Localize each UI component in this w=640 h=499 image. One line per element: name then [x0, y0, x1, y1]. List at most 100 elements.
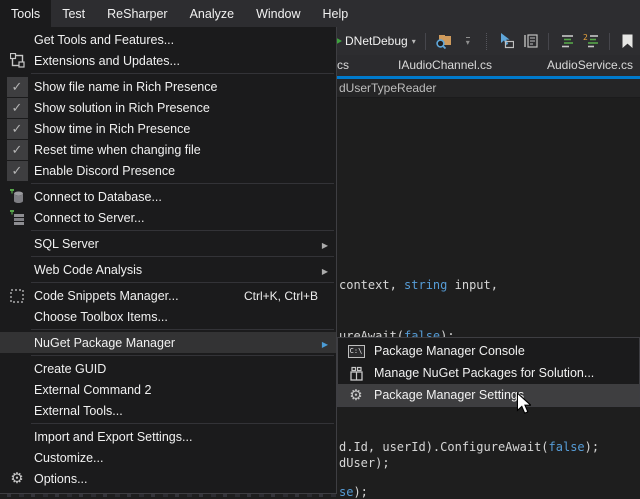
menu-item-external-tools[interactable]: External Tools...	[0, 400, 336, 421]
code-line: context, string input,	[339, 278, 498, 292]
extensions-icon	[0, 50, 34, 71]
mouse-cursor	[516, 392, 531, 415]
menubar-label: Help	[323, 7, 349, 21]
navigate-to-button[interactable]	[497, 30, 515, 52]
checkbox-checked-icon	[0, 160, 34, 181]
blank-icon-slot	[0, 379, 34, 400]
menubar-label: Tools	[11, 7, 40, 21]
breadcrumb[interactable]: dUserTypeReader	[339, 81, 436, 95]
menu-item-show-solution-in-rich-presence[interactable]: Show solution in Rich Presence	[0, 97, 336, 118]
menu-item-get-tools-and-features[interactable]: Get Tools and Features...	[0, 29, 336, 50]
toggle-bookmark-button[interactable]	[619, 30, 637, 52]
chevron-down-icon: ▾	[412, 37, 416, 46]
menu-item-nuget-package-manager[interactable]: NuGet Package Manager	[0, 332, 336, 353]
toolbar-separator	[425, 33, 426, 50]
format-document-button[interactable]	[558, 30, 576, 52]
tab-audioservice[interactable]: AudioService.cs	[547, 58, 633, 72]
find-dropdown-button[interactable]: ▾	[459, 30, 477, 52]
gear-icon	[0, 468, 34, 489]
run-config-label: DNetDebug	[345, 34, 408, 48]
format-document-icon	[559, 34, 575, 48]
menubar-label: Window	[256, 7, 300, 21]
blank-icon-slot	[0, 233, 34, 254]
vs-window: { "menubar": { "items": [ {"label": "Too…	[0, 0, 640, 497]
duplicate-code-icon	[522, 33, 538, 49]
gear-icon	[338, 384, 374, 406]
menu-item-create-guid[interactable]: Create GUID	[0, 358, 336, 379]
submenu-item-package-manager-settings[interactable]: Package Manager Settings	[338, 384, 639, 406]
code-line: dUser);	[339, 456, 390, 470]
console-icon	[338, 340, 374, 362]
menu-item-sql-server[interactable]: SQL Server	[0, 233, 336, 254]
menu-separator	[31, 355, 334, 356]
submenu-arrow-icon	[319, 334, 331, 352]
toolbar-separator	[609, 33, 610, 50]
menu-separator	[31, 73, 334, 74]
menu-item-show-time-in-rich-presence[interactable]: Show time in Rich Presence	[0, 118, 336, 139]
menu-item-show-file-name-in-rich-presence[interactable]: Show file name in Rich Presence	[0, 76, 336, 97]
menubar-item-analyze[interactable]: Analyze	[179, 0, 245, 27]
menubar-item-test[interactable]: Test	[51, 0, 96, 27]
menubar-label: Test	[62, 7, 85, 21]
format-selection-icon: 2	[583, 34, 599, 48]
navigate-to-icon	[497, 33, 514, 49]
menu-separator	[31, 183, 334, 184]
menubar-item-tools[interactable]: Tools	[0, 0, 51, 27]
menu-item-extensions-and-updates[interactable]: Extensions and Updates...	[0, 50, 336, 71]
start-debug-button[interactable]: DNetDebug ▾	[332, 30, 416, 52]
tab-clipped[interactable]: cs	[337, 58, 349, 72]
menu-item-code-snippets-manager[interactable]: Code Snippets Manager... Ctrl+K, Ctrl+B	[0, 285, 336, 306]
checkbox-checked-icon	[0, 97, 34, 118]
menu-separator	[31, 329, 334, 330]
svg-text:2: 2	[583, 34, 588, 42]
blank-icon-slot	[0, 332, 34, 353]
blank-icon-slot	[0, 400, 34, 421]
menu-item-reset-time-when-changing-file[interactable]: Reset time when changing file	[0, 139, 336, 160]
toolbar-separator	[548, 33, 549, 50]
package-icon	[338, 362, 374, 384]
tools-menu: Get Tools and Features... Extensions and…	[0, 27, 337, 494]
snippets-icon	[0, 285, 34, 306]
menubar-item-help[interactable]: Help	[312, 0, 360, 27]
menubar-label: ReSharper	[107, 7, 167, 21]
menu-item-options[interactable]: Options...	[0, 468, 336, 489]
checkbox-checked-icon	[0, 76, 34, 97]
blank-icon-slot	[0, 306, 34, 327]
chevron-down-icon: ▾	[466, 37, 470, 46]
menu-item-connect-to-server[interactable]: Connect to Server...	[0, 207, 336, 228]
bookmark-icon	[621, 34, 634, 49]
menu-item-enable-discord-presence[interactable]: Enable Discord Presence	[0, 160, 336, 181]
submenu-item-manage-nuget-packages-for-solution[interactable]: Manage NuGet Packages for Solution...	[338, 362, 639, 384]
server-icon	[0, 207, 34, 228]
nuget-package-manager-submenu: Package Manager Console Manage NuGet Pac…	[337, 337, 640, 407]
menu-item-external-command-2[interactable]: External Command 2	[0, 379, 336, 400]
menu-item-connect-to-database[interactable]: Connect to Database...	[0, 186, 336, 207]
menu-separator	[31, 256, 334, 257]
database-icon	[0, 186, 34, 207]
shortcut-label: Ctrl+K, Ctrl+B	[244, 289, 318, 303]
code-line: d.Id, userId).ConfigureAwait(false);	[339, 440, 599, 454]
menu-separator	[31, 423, 334, 424]
menubar-label: Analyze	[190, 7, 234, 21]
duplicate-code-button[interactable]	[521, 30, 539, 52]
checkbox-checked-icon	[0, 118, 34, 139]
menu-separator	[31, 230, 334, 231]
menubar-item-resharper[interactable]: ReSharper	[96, 0, 178, 27]
menubar-item-window[interactable]: Window	[245, 0, 311, 27]
menu-item-choose-toolbox-items[interactable]: Choose Toolbox Items...	[0, 306, 336, 327]
menu-item-customize[interactable]: Customize...	[0, 447, 336, 468]
submenu-arrow-icon	[319, 261, 331, 279]
tab-iaudiochannel[interactable]: IAudioChannel.cs	[398, 58, 492, 72]
format-selection-button[interactable]: 2	[582, 30, 600, 52]
blank-icon-slot	[0, 447, 34, 468]
submenu-item-package-manager-console[interactable]: Package Manager Console	[338, 340, 639, 362]
menu-item-web-code-analysis[interactable]: Web Code Analysis	[0, 259, 336, 280]
menu-bar: Tools Test ReSharper Analyze Window Help	[0, 0, 640, 27]
blank-icon-slot	[0, 358, 34, 379]
toolbar-buttons: DNetDebug ▾ ▾	[332, 27, 640, 55]
blank-icon-slot	[0, 259, 34, 280]
find-in-files-button[interactable]	[435, 30, 453, 52]
menu-item-import-and-export-settings[interactable]: Import and Export Settings...	[0, 426, 336, 447]
checkbox-checked-icon	[0, 139, 34, 160]
menu-separator	[31, 282, 334, 283]
